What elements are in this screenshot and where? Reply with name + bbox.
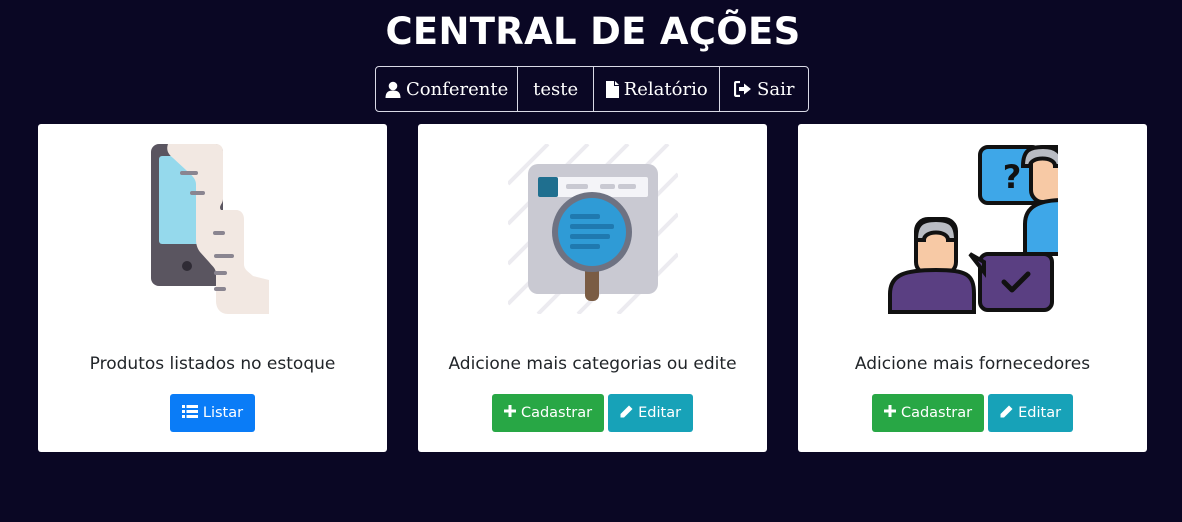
pencil-icon	[620, 405, 633, 422]
plus-icon	[503, 405, 516, 421]
sign-out-icon	[734, 81, 752, 97]
editar-button[interactable]: Editar	[608, 394, 694, 432]
file-icon	[605, 80, 619, 98]
card-fornecedores: ? Adicione mais fornecedores Cadastrar E…	[798, 124, 1147, 452]
nav-item-conferente[interactable]: Conferente	[376, 67, 519, 111]
top-nav: Conferente teste Relatório Sair	[375, 66, 809, 112]
button-label: Cadastrar	[520, 405, 593, 421]
editar-button[interactable]: Editar	[988, 394, 1074, 432]
button-label: Editar	[1018, 405, 1062, 421]
category-search-illustration	[506, 142, 679, 316]
card-estoque: Produtos listados no estoque Listar	[38, 124, 387, 452]
suppliers-illustration: ?	[887, 144, 1077, 314]
list-icon	[181, 404, 198, 422]
card-description: Adicione mais categorias ou edite	[448, 354, 737, 374]
stock-list-illustration	[128, 144, 298, 314]
nav-item-label: Sair	[757, 78, 795, 100]
nav-item-label: teste	[533, 78, 579, 100]
card-categorias: Adicione mais categorias ou edite Cadast…	[418, 124, 767, 452]
card-description: Adicione mais fornecedores	[854, 354, 1091, 374]
button-label: Cadastrar	[900, 405, 973, 421]
listar-button[interactable]: Listar	[169, 394, 256, 432]
user-icon	[385, 81, 401, 98]
page-title: CENTRAL DE AÇÕES	[385, 10, 801, 53]
plus-icon	[883, 405, 896, 421]
nav-item-user-name[interactable]: teste	[518, 67, 594, 111]
nav-item-sair[interactable]: Sair	[720, 67, 808, 111]
pencil-icon	[1000, 405, 1013, 422]
button-label: Editar	[638, 405, 682, 421]
card-description: Produtos listados no estoque	[89, 354, 336, 374]
nav-item-label: Relatório	[623, 78, 708, 100]
cadastrar-button[interactable]: Cadastrar	[871, 394, 985, 432]
svg-text:?: ?	[1002, 158, 1021, 196]
cadastrar-button[interactable]: Cadastrar	[491, 394, 605, 432]
nav-item-relatorio[interactable]: Relatório	[594, 67, 721, 111]
nav-item-label: Conferente	[406, 78, 509, 100]
button-label: Listar	[202, 405, 244, 421]
